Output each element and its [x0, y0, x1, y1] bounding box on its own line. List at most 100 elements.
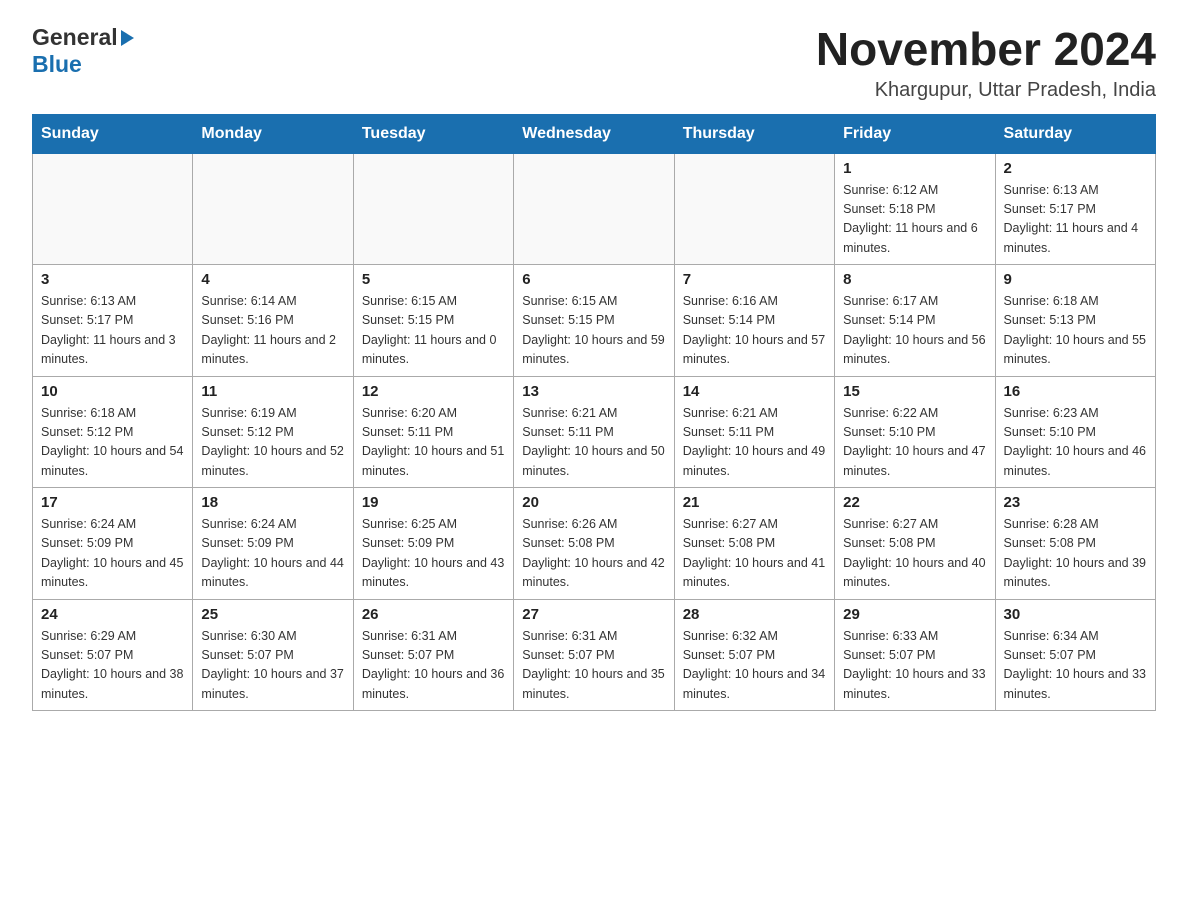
day-info: Sunrise: 6:19 AMSunset: 5:12 PMDaylight:…	[201, 404, 344, 482]
day-info: Sunrise: 6:18 AMSunset: 5:13 PMDaylight:…	[1004, 292, 1147, 370]
day-info: Sunrise: 6:21 AMSunset: 5:11 PMDaylight:…	[522, 404, 665, 482]
day-number: 22	[843, 494, 986, 511]
location-text: Khargupur, Uttar Pradesh, India	[816, 79, 1156, 102]
day-info: Sunrise: 6:26 AMSunset: 5:08 PMDaylight:…	[522, 515, 665, 593]
logo-blue-text: Blue	[32, 51, 82, 78]
calendar-day-cell: 25Sunrise: 6:30 AMSunset: 5:07 PMDayligh…	[193, 599, 353, 711]
day-number: 12	[362, 383, 505, 400]
calendar-day-cell: 27 Sunrise: 6:31 AMSunset: 5:07 PMDayligh…	[514, 599, 674, 711]
day-number: 24	[41, 606, 184, 623]
calendar-day-cell: 4Sunrise: 6:14 AMSunset: 5:16 PMDaylight…	[193, 265, 353, 377]
calendar-day-cell: 5 Sunrise: 6:15 AMSunset: 5:15 PMDaylight…	[353, 265, 513, 377]
calendar-header-row: SundayMondayTuesdayWednesdayThursdayFrid…	[33, 114, 1156, 153]
calendar-day-cell: 20 Sunrise: 6:26 AMSunset: 5:08 PMDayligh…	[514, 488, 674, 600]
calendar-day-cell: 17Sunrise: 6:24 AMSunset: 5:09 PMDayligh…	[33, 488, 193, 600]
day-number: 14	[683, 383, 826, 400]
day-info: Sunrise: 6:24 AMSunset: 5:09 PMDaylight:…	[201, 515, 344, 593]
day-info: Sunrise: 6:33 AMSunset: 5:07 PMDaylight:…	[843, 627, 986, 705]
day-info: Sunrise: 6:12 AMSunset: 5:18 PMDaylight:…	[843, 181, 986, 259]
calendar-day-cell: 1Sunrise: 6:12 AMSunset: 5:18 PMDaylight…	[835, 153, 995, 265]
day-of-week-header: Thursday	[674, 114, 834, 153]
day-of-week-header: Wednesday	[514, 114, 674, 153]
calendar-day-cell: 23 Sunrise: 6:28 AMSunset: 5:08 PMDayligh…	[995, 488, 1155, 600]
day-number: 13	[522, 383, 665, 400]
day-info: Sunrise: 6:29 AMSunset: 5:07 PMDaylight:…	[41, 627, 184, 705]
calendar-day-cell: 12 Sunrise: 6:20 AMSunset: 5:11 PMDayligh…	[353, 376, 513, 488]
day-number: 3	[41, 271, 184, 288]
day-info: Sunrise: 6:16 AMSunset: 5:14 PMDaylight:…	[683, 292, 826, 370]
day-info: Sunrise: 6:15 AMSunset: 5:15 PMDaylight:…	[362, 292, 505, 370]
logo-arrow-icon	[121, 30, 134, 46]
calendar-week-row: 24 Sunrise: 6:29 AMSunset: 5:07 PMDayligh…	[33, 599, 1156, 711]
calendar-week-row: 1Sunrise: 6:12 AMSunset: 5:18 PMDaylight…	[33, 153, 1156, 265]
day-info: Sunrise: 6:15 AMSunset: 5:15 PMDaylight:…	[522, 292, 665, 370]
month-title: November 2024	[816, 24, 1156, 75]
day-number: 6	[522, 271, 665, 288]
calendar-day-cell	[674, 153, 834, 265]
day-info: Sunrise: 6:32 AMSunset: 5:07 PMDaylight:…	[683, 627, 826, 705]
day-number: 5	[362, 271, 505, 288]
calendar-day-cell: 21 Sunrise: 6:27 AMSunset: 5:08 PMDayligh…	[674, 488, 834, 600]
day-number: 28	[683, 606, 826, 623]
day-info: Sunrise: 6:20 AMSunset: 5:11 PMDaylight:…	[362, 404, 505, 482]
calendar-day-cell: 29 Sunrise: 6:33 AMSunset: 5:07 PMDayligh…	[835, 599, 995, 711]
day-info: Sunrise: 6:18 AMSunset: 5:12 PMDaylight:…	[41, 404, 184, 482]
day-number: 26	[362, 606, 505, 623]
calendar-day-cell: 28 Sunrise: 6:32 AMSunset: 5:07 PMDayligh…	[674, 599, 834, 711]
day-info: Sunrise: 6:22 AMSunset: 5:10 PMDaylight:…	[843, 404, 986, 482]
calendar-day-cell	[33, 153, 193, 265]
calendar-day-cell: 18 Sunrise: 6:24 AMSunset: 5:09 PMDayligh…	[193, 488, 353, 600]
day-info: Sunrise: 6:25 AMSunset: 5:09 PMDaylight:…	[362, 515, 505, 593]
day-info: Sunrise: 6:31 AMSunset: 5:07 PMDaylight:…	[362, 627, 505, 705]
calendar-day-cell: 19 Sunrise: 6:25 AMSunset: 5:09 PMDayligh…	[353, 488, 513, 600]
logo-general-text: General	[32, 24, 118, 51]
day-info: Sunrise: 6:27 AMSunset: 5:08 PMDaylight:…	[843, 515, 986, 593]
calendar-day-cell: 11 Sunrise: 6:19 AMSunset: 5:12 PMDayligh…	[193, 376, 353, 488]
day-number: 17	[41, 494, 184, 511]
calendar-week-row: 17 Sunrise: 6:24 AMSunset: 5:09 PMDayligh…	[33, 488, 1156, 600]
day-info: Sunrise: 6:17 AMSunset: 5:14 PMDaylight:…	[843, 292, 986, 370]
day-number: 2	[1004, 160, 1147, 177]
day-number: 8	[843, 271, 986, 288]
day-number: 16	[1004, 383, 1147, 400]
calendar-day-cell	[193, 153, 353, 265]
day-of-week-header: Monday	[193, 114, 353, 153]
calendar-day-cell	[353, 153, 513, 265]
calendar-day-cell: 8 Sunrise: 6:17 AMSunset: 5:14 PMDaylight…	[835, 265, 995, 377]
day-info: Sunrise: 6:34 AMSunset: 5:07 PMDaylight:…	[1004, 627, 1147, 705]
day-number: 18	[201, 494, 344, 511]
day-of-week-header: Tuesday	[353, 114, 513, 153]
calendar-day-cell: 24 Sunrise: 6:29 AMSunset: 5:07 PMDayligh…	[33, 599, 193, 711]
calendar-day-cell: 16Sunrise: 6:23 AMSunset: 5:10 PMDayligh…	[995, 376, 1155, 488]
day-info: Sunrise: 6:31 AMSunset: 5:07 PMDaylight:…	[522, 627, 665, 705]
calendar-day-cell	[514, 153, 674, 265]
day-number: 20	[522, 494, 665, 511]
day-number: 23	[1004, 494, 1147, 511]
day-info: Sunrise: 6:13 AMSunset: 5:17 PMDaylight:…	[41, 292, 184, 370]
day-of-week-header: Friday	[835, 114, 995, 153]
day-info: Sunrise: 6:27 AMSunset: 5:08 PMDaylight:…	[683, 515, 826, 593]
day-number: 19	[362, 494, 505, 511]
day-info: Sunrise: 6:14 AMSunset: 5:16 PMDaylight:…	[201, 292, 344, 370]
day-info: Sunrise: 6:13 AMSunset: 5:17 PMDaylight:…	[1004, 181, 1147, 259]
day-of-week-header: Sunday	[33, 114, 193, 153]
page-header: General Blue November 2024 Khargupur, Ut…	[32, 24, 1156, 102]
day-info: Sunrise: 6:28 AMSunset: 5:08 PMDaylight:…	[1004, 515, 1147, 593]
day-of-week-header: Saturday	[995, 114, 1155, 153]
day-number: 15	[843, 383, 986, 400]
calendar-week-row: 10 Sunrise: 6:18 AMSunset: 5:12 PMDayligh…	[33, 376, 1156, 488]
calendar-day-cell: 6 Sunrise: 6:15 AMSunset: 5:15 PMDaylight…	[514, 265, 674, 377]
day-number: 11	[201, 383, 344, 400]
day-number: 21	[683, 494, 826, 511]
calendar-day-cell: 13 Sunrise: 6:21 AMSunset: 5:11 PMDayligh…	[514, 376, 674, 488]
day-number: 27	[522, 606, 665, 623]
day-number: 7	[683, 271, 826, 288]
day-number: 10	[41, 383, 184, 400]
title-block: November 2024 Khargupur, Uttar Pradesh, …	[816, 24, 1156, 102]
calendar-day-cell: 7 Sunrise: 6:16 AMSunset: 5:14 PMDaylight…	[674, 265, 834, 377]
day-number: 29	[843, 606, 986, 623]
calendar-day-cell: 14Sunrise: 6:21 AMSunset: 5:11 PMDayligh…	[674, 376, 834, 488]
logo: General Blue	[32, 24, 135, 78]
day-info: Sunrise: 6:30 AMSunset: 5:07 PMDaylight:…	[201, 627, 344, 705]
calendar-table: SundayMondayTuesdayWednesdayThursdayFrid…	[32, 114, 1156, 712]
